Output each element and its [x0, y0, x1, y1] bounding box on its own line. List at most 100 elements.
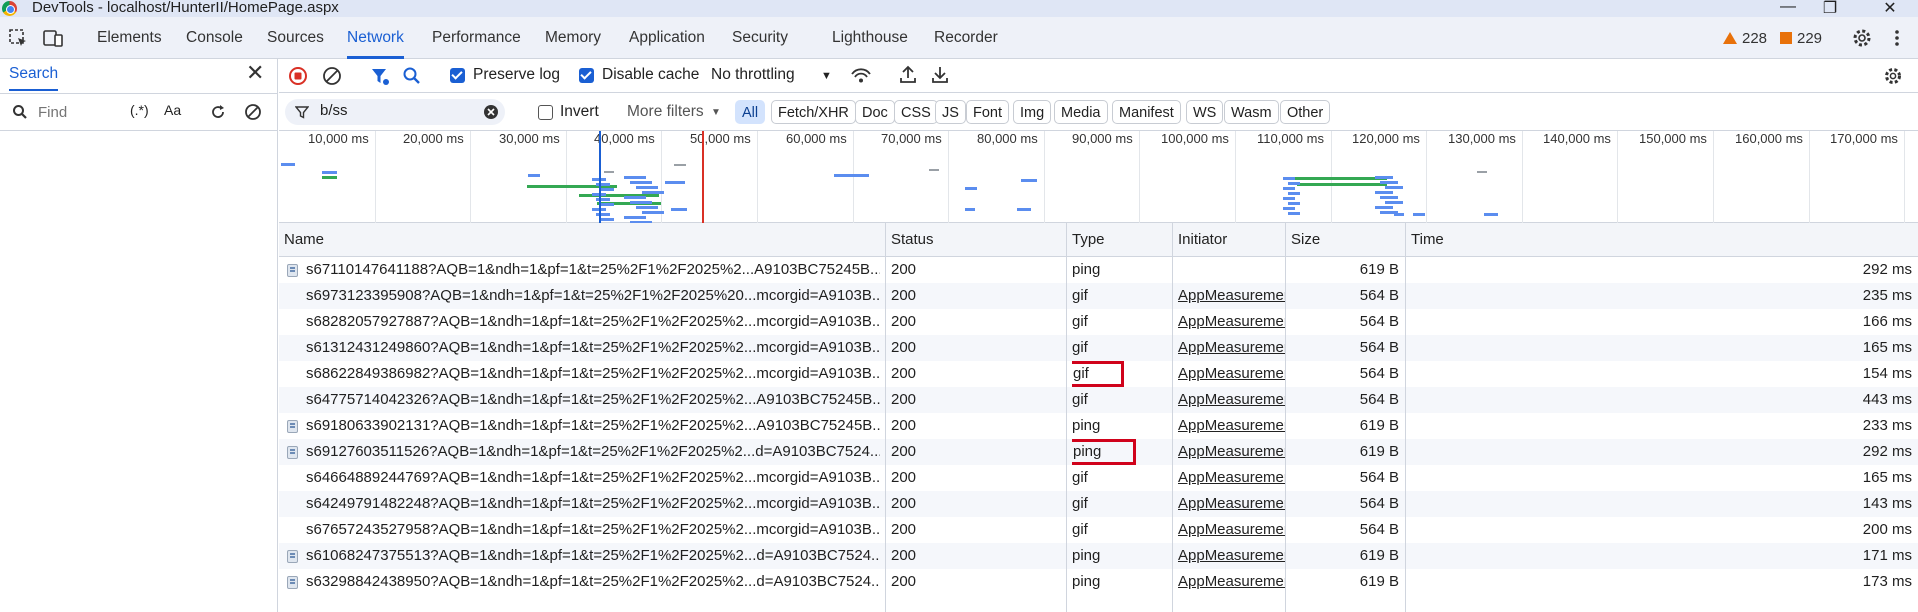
request-name[interactable]: s64664889244769?AQB=1&ndh=1&pf=1&t=25%2F… — [306, 465, 880, 491]
table-row[interactable]: s64664889244769?AQB=1&ndh=1&pf=1&t=25%2F… — [279, 465, 1918, 491]
request-name[interactable]: s6973123395908?AQB=1&ndh=1&pf=1&t=25%2F1… — [306, 283, 880, 309]
throttling-chevron-icon[interactable]: ▼ — [821, 70, 832, 82]
device-toolbar-icon[interactable] — [42, 27, 64, 49]
warnings-badge[interactable]: 228 — [1723, 30, 1767, 47]
request-initiator-link[interactable]: AppMeasuremer — [1178, 335, 1285, 361]
more-options-icon[interactable] — [1886, 27, 1908, 49]
disable-cache-checkbox[interactable] — [579, 68, 594, 83]
request-initiator-link[interactable]: AppMeasuremer — [1178, 569, 1285, 595]
tab-network[interactable]: Network — [347, 17, 404, 59]
request-initiator-link[interactable]: AppMeasuremer — [1178, 439, 1285, 465]
filter-chip-media[interactable]: Media — [1054, 100, 1108, 124]
tab-memory[interactable]: Memory — [545, 17, 601, 59]
column-time-header[interactable]: Time — [1405, 223, 1444, 257]
clear-search-icon[interactable] — [244, 103, 262, 121]
filter-chip-img[interactable]: Img — [1013, 100, 1052, 124]
regex-toggle[interactable]: (.*) — [130, 102, 149, 118]
table-row[interactable]: s69127603511526?AQB=1&ndh=1&pf=1&t=25%2F… — [279, 439, 1918, 465]
request-name[interactable]: s64775714042326?AQB=1&ndh=1&pf=1&t=25%2F… — [306, 387, 880, 413]
inspect-element-icon[interactable] — [7, 27, 29, 49]
clear-log-icon[interactable] — [322, 66, 342, 86]
request-initiator-link[interactable]: AppMeasuremer — [1178, 491, 1285, 517]
table-row[interactable]: s68282057927887?AQB=1&ndh=1&pf=1&t=25%2F… — [279, 309, 1918, 335]
filter-chip-js[interactable]: JS — [935, 100, 966, 124]
restore-icon[interactable]: ❐ — [1820, 0, 1840, 18]
import-har-icon[interactable] — [898, 65, 918, 85]
table-row[interactable]: s6973123395908?AQB=1&ndh=1&pf=1&t=25%2F1… — [279, 283, 1918, 309]
filter-chip-ws[interactable]: WS — [1186, 100, 1224, 124]
table-row[interactable]: s64775714042326?AQB=1&ndh=1&pf=1&t=25%2F… — [279, 387, 1918, 413]
table-row[interactable]: s69180633902131?AQB=1&ndh=1&pf=1&t=25%2F… — [279, 413, 1918, 439]
request-initiator-link[interactable]: AppMeasuremer — [1178, 309, 1285, 335]
request-initiator-link[interactable]: AppMeasuremer — [1178, 465, 1285, 491]
table-row[interactable]: s67110147641188?AQB=1&ndh=1&pf=1&t=25%2F… — [279, 257, 1918, 283]
table-row[interactable]: s63298842438950?AQB=1&ndh=1&pf=1&t=25%2F… — [279, 569, 1918, 595]
table-row[interactable]: s64249791482248?AQB=1&ndh=1&pf=1&t=25%2F… — [279, 491, 1918, 517]
clear-filter-icon[interactable] — [483, 104, 499, 120]
timeline-overview[interactable]: 10,000 ms 20,000 ms 30,000 ms 40,000 ms 50,0… — [279, 131, 1918, 223]
column-status-header[interactable]: Status — [885, 223, 934, 257]
match-case-toggle[interactable]: Aa — [164, 102, 181, 118]
search-input[interactable] — [36, 101, 126, 123]
filter-chip-other[interactable]: Other — [1280, 100, 1331, 124]
invert-checkbox[interactable] — [538, 105, 553, 120]
filter-chip-manifest[interactable]: Manifest — [1112, 100, 1181, 124]
request-name[interactable]: s67110147641188?AQB=1&ndh=1&pf=1&t=25%2F… — [306, 257, 880, 283]
filter-input-value[interactable]: b/ss — [320, 102, 348, 119]
network-search-icon[interactable] — [402, 66, 422, 86]
more-filters-chevron-icon[interactable]: ▼ — [711, 107, 721, 118]
tab-application[interactable]: Application — [629, 17, 705, 59]
tab-security[interactable]: Security — [732, 17, 788, 59]
network-conditions-icon[interactable] — [850, 66, 872, 86]
filter-toggle-icon[interactable] — [370, 66, 390, 86]
column-initiator-header[interactable]: Initiator — [1172, 223, 1227, 257]
search-panel-tab[interactable]: Search — [9, 61, 59, 91]
column-name-header[interactable]: Name — [279, 223, 324, 257]
close-window-icon[interactable]: ✕ — [1880, 0, 1900, 18]
filter-input-box[interactable]: b/ss — [285, 99, 505, 125]
request-name[interactable]: s69180633902131?AQB=1&ndh=1&pf=1&t=25%2F… — [306, 413, 880, 439]
table-row[interactable]: s61312431249860?AQB=1&ndh=1&pf=1&t=25%2F… — [279, 335, 1918, 361]
filter-chip-font[interactable]: Font — [966, 100, 1010, 124]
tab-sources[interactable]: Sources — [267, 17, 324, 59]
refresh-icon[interactable] — [209, 103, 227, 121]
tab-performance[interactable]: Performance — [432, 17, 521, 59]
request-initiator-link[interactable]: AppMeasuremer — [1178, 387, 1285, 413]
request-initiator-link[interactable]: AppMeasuremer — [1178, 361, 1285, 387]
filter-chip-fetch-xhr[interactable]: Fetch/XHR — [771, 100, 856, 124]
tab-recorder[interactable]: Recorder — [934, 17, 998, 59]
request-name[interactable]: s61312431249860?AQB=1&ndh=1&pf=1&t=25%2F… — [306, 335, 880, 361]
tab-lighthouse[interactable]: Lighthouse — [832, 17, 908, 59]
preserve-log-checkbox[interactable] — [450, 68, 465, 83]
column-type-header[interactable]: Type — [1066, 223, 1105, 257]
request-initiator-link[interactable]: AppMeasuremer — [1178, 413, 1285, 439]
request-name[interactable]: s64249791482248?AQB=1&ndh=1&pf=1&t=25%2F… — [306, 491, 880, 517]
filter-chip-css[interactable]: CSS — [894, 100, 938, 124]
table-row[interactable]: s61068247375513?AQB=1&ndh=1&pf=1&t=25%2F… — [279, 543, 1918, 569]
table-row[interactable]: s68622849386982?AQB=1&ndh=1&pf=1&t=25%2F… — [279, 361, 1918, 387]
filter-chip-doc[interactable]: Doc — [855, 100, 895, 124]
issues-badge[interactable]: 229 — [1780, 30, 1822, 47]
minimize-icon[interactable]: — — [1778, 0, 1798, 16]
stop-recording-icon[interactable] — [288, 66, 308, 86]
export-har-icon[interactable] — [930, 65, 950, 85]
request-initiator-link[interactable]: AppMeasuremer — [1178, 517, 1285, 543]
request-initiator-link[interactable]: AppMeasuremer — [1178, 283, 1285, 309]
network-settings-icon[interactable] — [1883, 66, 1903, 86]
filter-chip-all[interactable]: All — [735, 100, 766, 124]
tab-console[interactable]: Console — [186, 17, 243, 59]
throttling-select[interactable]: No throttling — [711, 66, 795, 84]
tab-elements[interactable]: Elements — [97, 17, 162, 59]
request-name[interactable]: s67657243527958?AQB=1&ndh=1&pf=1&t=25%2F… — [306, 517, 880, 543]
more-filters-dropdown[interactable]: More filters — [627, 103, 704, 121]
table-row[interactable]: s67657243527958?AQB=1&ndh=1&pf=1&t=25%2F… — [279, 517, 1918, 543]
request-initiator-link[interactable]: AppMeasuremer — [1178, 543, 1285, 569]
request-name[interactable]: s69127603511526?AQB=1&ndh=1&pf=1&t=25%2F… — [306, 439, 880, 465]
filter-chip-wasm[interactable]: Wasm — [1224, 100, 1279, 124]
request-name[interactable]: s68282057927887?AQB=1&ndh=1&pf=1&t=25%2F… — [306, 309, 880, 335]
request-name[interactable]: s68622849386982?AQB=1&ndh=1&pf=1&t=25%2F… — [306, 361, 880, 387]
request-name[interactable]: s63298842438950?AQB=1&ndh=1&pf=1&t=25%2F… — [306, 569, 880, 595]
column-size-header[interactable]: Size — [1285, 223, 1320, 257]
settings-gear-icon[interactable] — [1851, 27, 1873, 49]
close-search-panel-icon[interactable]: ✕ — [246, 60, 264, 86]
